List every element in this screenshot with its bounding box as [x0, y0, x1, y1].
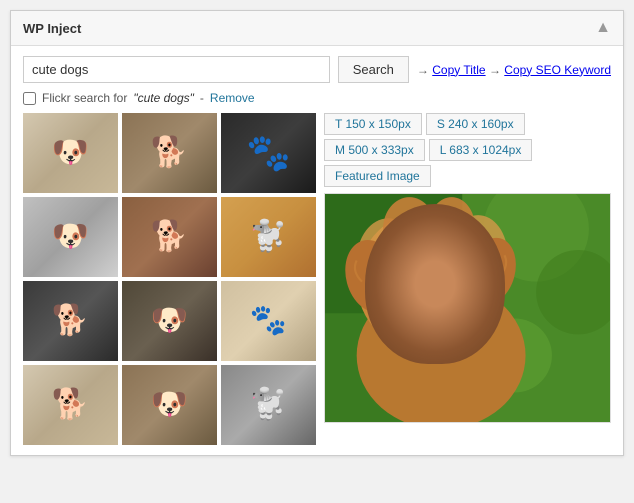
search-input[interactable]: [23, 56, 330, 83]
copy-arrow2: →: [489, 63, 504, 77]
image-grid: 🐶 🐕 🐾 🐶 🐕 🐩: [23, 113, 316, 445]
size-btn-thumb[interactable]: T 150 x 150px: [324, 113, 422, 135]
flickr-query: "cute dogs": [133, 91, 194, 105]
size-btn-small[interactable]: S 240 x 160px: [426, 113, 525, 135]
widget-header: WP Inject ▲: [11, 11, 623, 46]
grid-cell-6[interactable]: 🐩: [221, 197, 316, 277]
grid-cell-9[interactable]: 🐾: [221, 281, 316, 361]
grid-cell-8[interactable]: 🐶: [122, 281, 217, 361]
flickr-separator: -: [200, 91, 204, 105]
flickr-label: Flickr search for: [42, 91, 127, 105]
preview-svg: [325, 194, 610, 422]
size-btn-large[interactable]: L 683 x 1024px: [429, 139, 533, 161]
copy-links: → Copy Title → Copy SEO Keyword: [417, 63, 611, 77]
size-buttons: T 150 x 150px S 240 x 160px M 500 x 333p…: [324, 113, 611, 187]
search-row: Search → Copy Title → Copy SEO Keyword: [23, 56, 611, 83]
grid-cell-10[interactable]: 🐕: [23, 365, 118, 445]
flickr-checkbox[interactable]: [23, 92, 36, 105]
remove-link[interactable]: Remove: [210, 91, 255, 105]
grid-cell-4[interactable]: 🐶: [23, 197, 118, 277]
copy-arrow: →: [417, 63, 432, 77]
grid-cell-7[interactable]: 🐕: [23, 281, 118, 361]
copy-title-link[interactable]: Copy Title: [432, 63, 485, 77]
size-btn-featured[interactable]: Featured Image: [324, 165, 431, 187]
size-btn-medium[interactable]: M 500 x 333px: [324, 139, 425, 161]
right-panel: T 150 x 150px S 240 x 160px M 500 x 333p…: [324, 113, 611, 423]
grid-cell-12[interactable]: 🐩: [221, 365, 316, 445]
copy-seo-link[interactable]: Copy SEO Keyword: [504, 63, 611, 77]
preview-image: [324, 193, 611, 423]
grid-cell-2[interactable]: 🐕: [122, 113, 217, 193]
flickr-bar: Flickr search for "cute dogs" - Remove: [23, 91, 611, 105]
search-button[interactable]: Search: [338, 56, 409, 83]
grid-cell-3[interactable]: 🐾: [221, 113, 316, 193]
widget-body: Search → Copy Title → Copy SEO Keyword F…: [11, 46, 623, 455]
widget-toggle-icon[interactable]: ▲: [595, 19, 611, 37]
grid-cell-5[interactable]: 🐕: [122, 197, 217, 277]
content-area: 🐶 🐕 🐾 🐶 🐕 🐩: [23, 113, 611, 445]
grid-cell-11[interactable]: 🐶: [122, 365, 217, 445]
wp-inject-widget: WP Inject ▲ Search → Copy Title → Copy S…: [10, 10, 624, 456]
widget-title: WP Inject: [23, 21, 81, 36]
grid-cell-1[interactable]: 🐶: [23, 113, 118, 193]
